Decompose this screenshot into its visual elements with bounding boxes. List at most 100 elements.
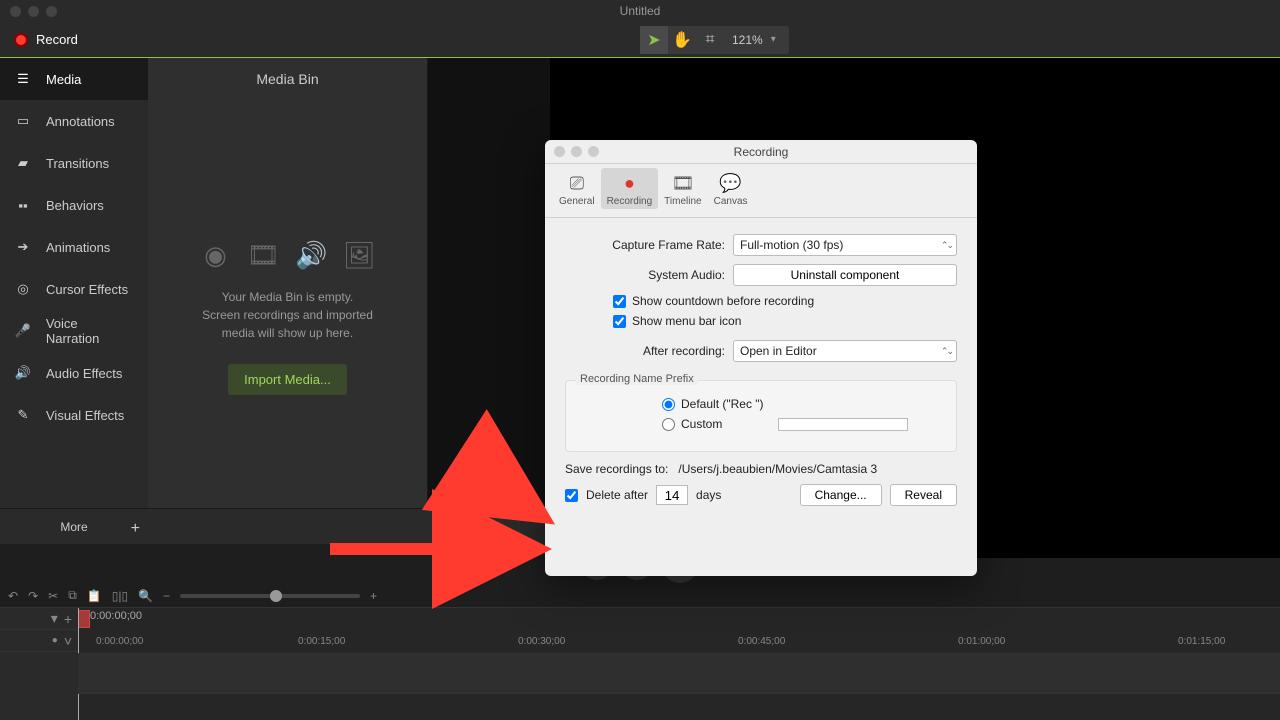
tab-canvas[interactable]: 💬Canvas xyxy=(708,168,754,209)
tab-general[interactable]: ⎚General xyxy=(553,168,601,209)
track-header-row: ▾ + xyxy=(0,608,78,630)
record-placeholder-icon: ◉ xyxy=(201,240,231,270)
zoom-value[interactable]: 121% xyxy=(724,33,771,47)
sidebar-item-transitions[interactable]: ▰ Transitions xyxy=(0,142,148,184)
collapse-icon[interactable]: ˅ xyxy=(64,633,72,649)
minimize-dot[interactable] xyxy=(28,6,39,17)
timeline-track[interactable] xyxy=(78,654,1280,694)
change-button[interactable]: Change... xyxy=(800,484,882,506)
select-value: Full-motion (30 fps) xyxy=(740,238,843,252)
dialog-zoom-dot[interactable] xyxy=(588,146,599,157)
track-header-row: ● ˅ xyxy=(0,630,78,652)
transitions-icon: ▰ xyxy=(14,156,32,170)
hand-tool-icon[interactable]: ✋ xyxy=(668,26,696,54)
dialog-close-dot[interactable] xyxy=(554,146,565,157)
mic-icon: 🎤 xyxy=(14,324,32,338)
sidebar-item-voice-narration[interactable]: 🎤 Voice Narration xyxy=(0,310,148,352)
general-icon: ⎚ xyxy=(562,170,592,196)
split-icon[interactable]: ▯|▯ xyxy=(112,589,128,603)
animations-icon: ➔ xyxy=(14,240,32,254)
capture-rate-row: Capture Frame Rate: Full-motion (30 fps) xyxy=(565,234,957,256)
dialog-traffic-lights xyxy=(545,146,599,157)
dialog-title: Recording xyxy=(734,145,789,159)
visual-effects-icon: ✎ xyxy=(14,408,32,422)
crop-tool-icon[interactable]: ⌗ xyxy=(696,26,724,54)
custom-prefix-row: Custom xyxy=(662,417,942,431)
sidebar-item-label: Annotations xyxy=(46,114,115,129)
countdown-checkbox-row: Show countdown before recording xyxy=(613,294,957,308)
plus-icon[interactable]: + xyxy=(131,520,140,538)
slider-thumb[interactable] xyxy=(270,590,282,602)
after-recording-select[interactable]: Open in Editor xyxy=(733,340,957,362)
add-track-icon[interactable]: + xyxy=(64,611,72,627)
empty-line: Screen recordings and imported xyxy=(202,306,373,324)
ruler-mark: 0:00:15;00 xyxy=(298,636,345,647)
window-traffic-lights xyxy=(0,6,57,17)
zoom-in-icon[interactable]: + xyxy=(370,589,377,603)
after-recording-label: After recording: xyxy=(565,344,733,358)
capture-rate-select[interactable]: Full-motion (30 fps) xyxy=(733,234,957,256)
record-button[interactable]: Record xyxy=(0,22,92,57)
uninstall-component-button[interactable]: Uninstall component xyxy=(733,264,957,286)
tab-label: Recording xyxy=(607,196,653,207)
cursor-tool-icon[interactable]: ➤ xyxy=(640,26,668,54)
ruler-mark: 0:00:45;00 xyxy=(738,636,785,647)
save-to-row: Save recordings to: /Users/j.beaubien/Mo… xyxy=(565,462,957,476)
more-label: More xyxy=(60,520,87,534)
close-dot[interactable] xyxy=(10,6,21,17)
save-to-label: Save recordings to: xyxy=(565,462,668,476)
delete-after-checkbox[interactable] xyxy=(565,489,578,502)
sidebar-item-cursor-effects[interactable]: ◎ Cursor Effects xyxy=(0,268,148,310)
menubar-checkbox[interactable] xyxy=(613,315,626,328)
sidebar-item-label: Behaviors xyxy=(46,198,104,213)
group-title: Recording Name Prefix xyxy=(576,373,698,385)
timeline-icon: 🎞 xyxy=(668,170,698,196)
copy-icon[interactable]: ⧉ xyxy=(68,588,77,603)
dialog-min-dot[interactable] xyxy=(571,146,582,157)
undo-icon[interactable]: ↶ xyxy=(8,589,18,603)
timeline-clip[interactable] xyxy=(78,610,90,628)
tab-label: Canvas xyxy=(714,196,748,207)
sidebar-item-annotations[interactable]: ▭ Annotations xyxy=(0,100,148,142)
recording-icon: ● xyxy=(614,170,644,196)
import-media-button[interactable]: Import Media... xyxy=(228,364,347,395)
sidebar: ☰ Media ▭ Annotations ▰ Transitions ▪▪ B… xyxy=(0,58,148,508)
behaviors-icon: ▪▪ xyxy=(14,198,32,212)
dialog-body: Capture Frame Rate: Full-motion (30 fps)… xyxy=(545,218,977,518)
reveal-button[interactable]: Reveal xyxy=(890,484,957,506)
sidebar-item-audio-effects[interactable]: 🔊 Audio Effects xyxy=(0,352,148,394)
custom-prefix-radio[interactable] xyxy=(662,418,675,431)
sidebar-item-label: Cursor Effects xyxy=(46,282,128,297)
more-button[interactable]: More + xyxy=(0,520,148,534)
sidebar-item-visual-effects[interactable]: ✎ Visual Effects xyxy=(0,394,148,436)
zoom-slider[interactable] xyxy=(180,594,360,598)
zoom-out-icon[interactable]: − xyxy=(163,589,170,603)
zoom-dot[interactable] xyxy=(46,6,57,17)
redo-icon[interactable]: ↷ xyxy=(28,589,38,603)
marker-icon[interactable]: ▾ xyxy=(51,610,58,627)
film-placeholder-icon: 🎞 xyxy=(249,240,279,270)
empty-line: media will show up here. xyxy=(202,324,373,342)
cut-icon[interactable]: ✂ xyxy=(48,589,58,603)
timeline-ruler[interactable]: 0:00:00;00 0:00:15;00 0:00:30;00 0:00:45… xyxy=(78,632,1280,654)
sidebar-item-media[interactable]: ☰ Media xyxy=(0,58,148,100)
recording-prefix-group: Recording Name Prefix Default ("Rec ") C… xyxy=(565,380,957,452)
marker-dot-icon[interactable]: ● xyxy=(52,635,58,646)
sidebar-item-animations[interactable]: ➔ Animations xyxy=(0,226,148,268)
record-label: Record xyxy=(36,32,78,47)
sidebar-item-label: Visual Effects xyxy=(46,408,124,423)
tab-recording[interactable]: ●Recording xyxy=(601,168,659,209)
radio-label: Default ("Rec ") xyxy=(681,397,764,411)
tab-timeline[interactable]: 🎞Timeline xyxy=(658,168,707,209)
media-bin-body: ◉ 🎞 🔊 🖼 Your Media Bin is empty. Screen … xyxy=(148,100,427,508)
cursor-effects-icon: ◎ xyxy=(14,282,32,296)
delete-days-input[interactable] xyxy=(656,485,688,505)
timeline-toolbar: ↶ ↷ ✂ ⧉ 📋 ▯|▯ 🔍 − + xyxy=(0,584,1280,608)
zoom-dropdown-icon[interactable]: ▾ xyxy=(771,34,789,45)
default-prefix-radio[interactable] xyxy=(662,398,675,411)
paste-icon[interactable]: 📋 xyxy=(87,589,102,603)
custom-prefix-input[interactable] xyxy=(778,418,908,431)
sidebar-item-behaviors[interactable]: ▪▪ Behaviors xyxy=(0,184,148,226)
countdown-checkbox[interactable] xyxy=(613,295,626,308)
media-bin-panel: Media Bin ◉ 🎞 🔊 🖼 Your Media Bin is empt… xyxy=(148,58,428,508)
